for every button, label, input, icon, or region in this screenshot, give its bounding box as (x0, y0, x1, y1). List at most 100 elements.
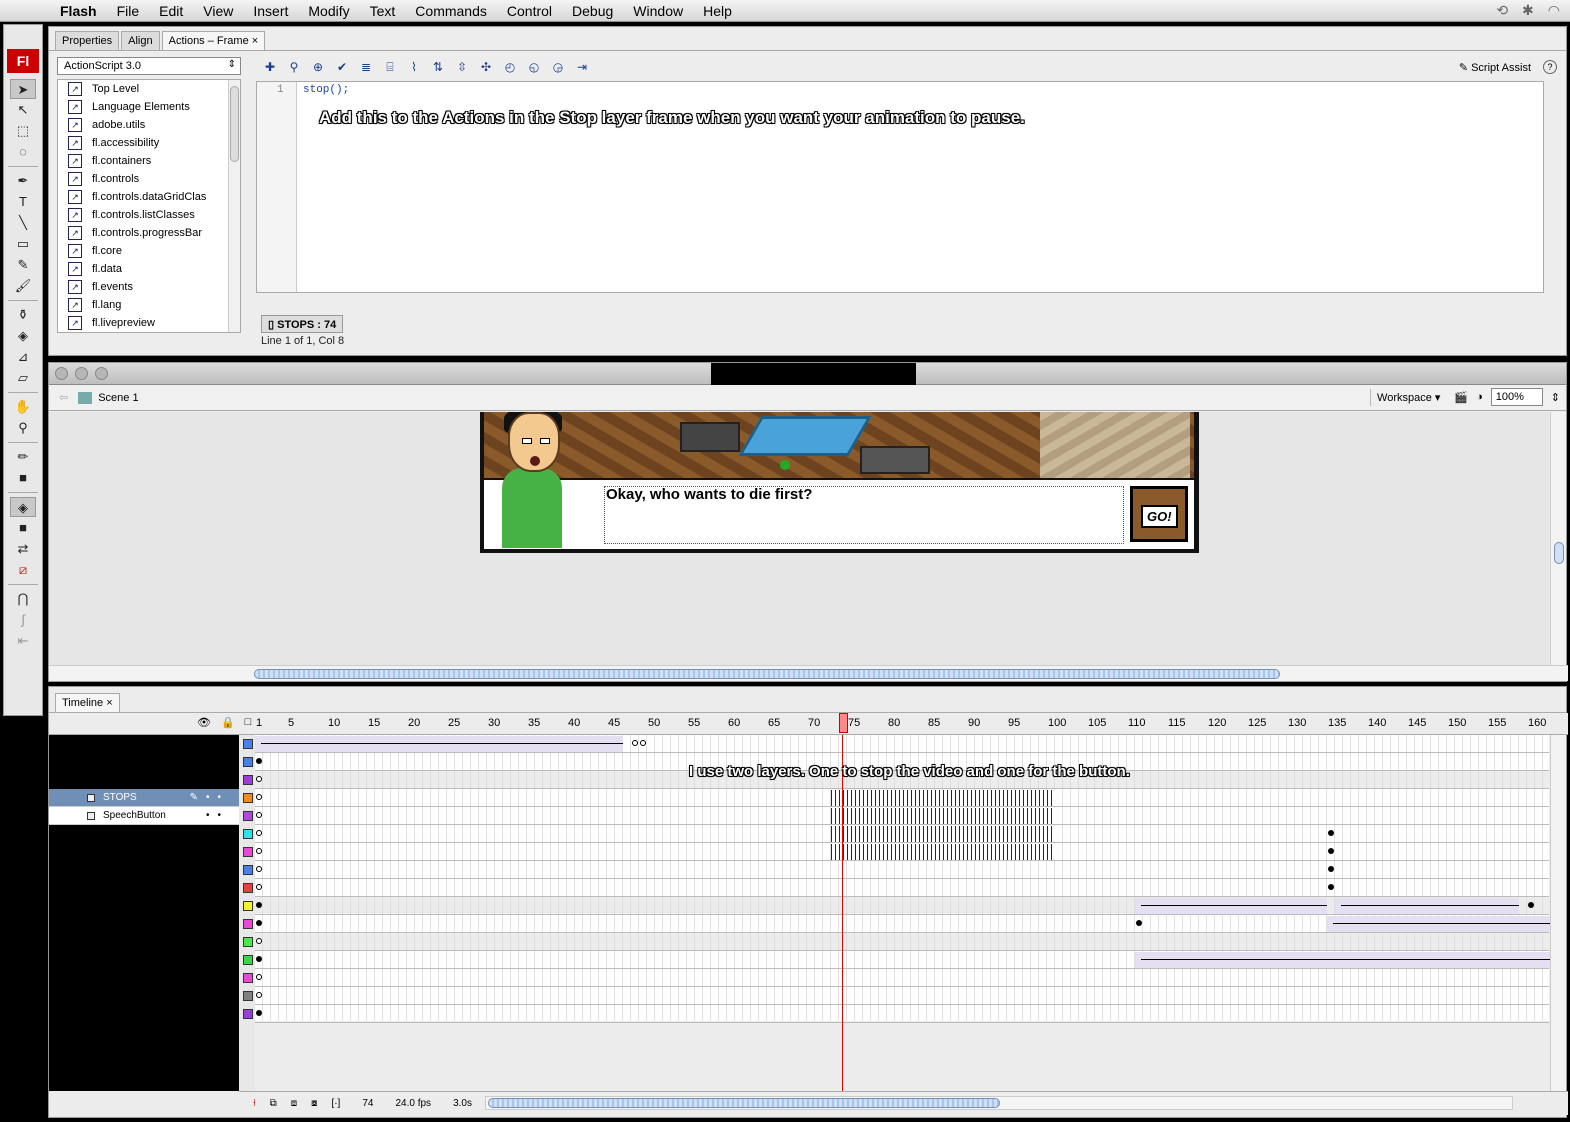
lock-icon[interactable]: 🔒 (221, 716, 235, 729)
stage-hscroll-thumb[interactable] (254, 669, 1280, 679)
tree-item[interactable]: ↗ fl.controls.dataGridClas (58, 188, 240, 206)
tab-timeline[interactable]: Timeline × (55, 693, 120, 712)
timeline-hscroll-thumb[interactable] (488, 1098, 1000, 1108)
frame-row[interactable] (255, 789, 1549, 807)
tree-item[interactable]: ↗ fl.controls (58, 170, 240, 188)
tree-item[interactable]: ↗ fl.controls.progressBar (58, 224, 240, 242)
snap-magnet-icon[interactable]: ⋂ (10, 589, 36, 609)
fill-color-icon[interactable]: ◈ (10, 497, 36, 517)
selection-tool-icon[interactable]: ➤ (10, 79, 36, 99)
frame-row[interactable] (255, 933, 1549, 951)
smooth-icon[interactable]: ∫ (10, 610, 36, 630)
layer-name[interactable]: SpeechButton (103, 810, 166, 821)
layer-name[interactable]: STOPS (103, 792, 137, 803)
stage-vertical-scrollbar[interactable] (1550, 412, 1566, 666)
keyframe[interactable] (1528, 902, 1534, 908)
tree-item[interactable]: ↗ fl.livepreview (58, 314, 240, 332)
layer-color-swatch[interactable] (243, 955, 253, 965)
frame-row[interactable] (255, 987, 1549, 1005)
tree-item[interactable]: ↗ fl.data (58, 260, 240, 278)
tab-properties[interactable]: Properties (55, 31, 120, 50)
menu-debug[interactable]: Debug (562, 0, 623, 22)
keyframe[interactable] (256, 866, 262, 872)
close-window-icon[interactable] (55, 367, 68, 380)
keyframe[interactable] (256, 938, 262, 944)
line-tool-icon[interactable]: ╲ (10, 213, 36, 233)
frame-row[interactable] (255, 735, 1549, 753)
menu-text[interactable]: Text (360, 0, 406, 22)
keyframe[interactable] (256, 758, 262, 764)
menu-edit[interactable]: Edit (149, 0, 193, 22)
stroke-color-swatch-icon[interactable]: ■ (10, 468, 36, 488)
auto-format-icon[interactable]: ≣ (357, 58, 375, 76)
frame-row[interactable] (255, 969, 1549, 987)
swap-colors-icon[interactable]: ⇄ (10, 539, 36, 559)
frame-row[interactable] (255, 915, 1551, 933)
layer-color-swatch[interactable] (243, 811, 253, 821)
scene-name[interactable]: Scene 1 (98, 392, 138, 404)
minimize-window-icon[interactable] (75, 367, 88, 380)
code-text[interactable]: stop(); (303, 84, 349, 96)
keyframe-sequence[interactable] (831, 808, 1055, 824)
target-path-icon[interactable]: ⊕ (309, 58, 327, 76)
frame-row[interactable] (255, 897, 1549, 915)
frame-row[interactable] (255, 825, 1549, 843)
paint-bucket-tool-icon[interactable]: ◈ (10, 326, 36, 346)
edit-symbol-icon[interactable]: ◑ (1476, 391, 1483, 403)
straighten-icon[interactable]: ⇤ (10, 631, 36, 651)
show-hide-toolbox-icon[interactable]: ⇥ (573, 58, 591, 76)
collapse-selection-icon[interactable]: ⇳ (453, 58, 471, 76)
language-select[interactable]: ActionScript 3.0 ⇕ (57, 57, 241, 75)
subselection-tool-icon[interactable]: ↖ (10, 100, 36, 120)
tree-item[interactable]: ↗ adobe.utils (58, 116, 240, 134)
layer-row-stops[interactable]: STOPS ✎•• (49, 789, 239, 807)
free-transform-tool-icon[interactable]: ⬚ (10, 121, 36, 141)
tree-item[interactable]: ↗ fl.accessibility (58, 134, 240, 152)
keyframe[interactable] (256, 956, 262, 962)
onion-skin-icon[interactable]: ⧉ (270, 1098, 277, 1109)
layer-color-swatch[interactable] (243, 937, 253, 947)
layer-color-swatch[interactable] (243, 919, 253, 929)
frame-row[interactable] (255, 951, 1551, 969)
bluetooth-icon[interactable]: ✱ (1522, 2, 1534, 19)
keyframe[interactable] (256, 794, 262, 800)
layer-color-swatch[interactable] (243, 973, 253, 983)
collapse-between-icon[interactable]: ⇅ (429, 58, 447, 76)
stage-canvas[interactable]: Okay, who wants to die first? GO! (49, 412, 1549, 666)
frame-row[interactable] (255, 807, 1549, 825)
layer-color-swatch[interactable] (243, 883, 253, 893)
layer-visibility-dots[interactable]: •• (206, 810, 229, 821)
close-icon[interactable]: × (106, 697, 112, 709)
menu-help[interactable]: Help (693, 0, 742, 22)
layer-color-swatch[interactable] (243, 1009, 253, 1019)
keyframe-sequence[interactable] (831, 826, 1055, 842)
keyframe-sequence[interactable] (831, 790, 1055, 806)
wifi-icon[interactable]: ◠ (1548, 2, 1560, 19)
layer-color-swatch[interactable] (243, 739, 253, 749)
code-hint-icon[interactable]: ⌸ (381, 58, 399, 76)
back-arrow-icon[interactable]: ⇦ (59, 391, 68, 404)
layer-color-swatch[interactable] (243, 991, 253, 1001)
workspace-menu[interactable]: Workspace ▾ (1370, 388, 1446, 406)
frame-row[interactable] (255, 879, 1549, 897)
tree-item[interactable]: ↗ fl.events (58, 278, 240, 296)
frame-row[interactable] (255, 843, 1549, 861)
keyframe[interactable] (1328, 830, 1334, 836)
keyframe[interactable] (1328, 884, 1334, 890)
tree-scrollbar[interactable] (228, 80, 240, 332)
timeline-horizontal-scrollbar[interactable] (485, 1096, 1513, 1110)
tree-scroll-thumb[interactable] (230, 86, 239, 162)
menu-window[interactable]: Window (623, 0, 693, 22)
menu-app-flash[interactable]: Flash (50, 0, 107, 22)
lasso-tool-icon[interactable]: ◌ (10, 142, 36, 162)
remove-comment-icon[interactable]: ◶ (549, 58, 567, 76)
layer-row-speechbutton[interactable]: SpeechButton •• (49, 807, 239, 825)
menu-commands[interactable]: Commands (405, 0, 497, 22)
frame-row[interactable] (255, 861, 1549, 879)
onion-outlines-icon[interactable]: ⧈ (291, 1098, 297, 1109)
edit-multiple-frames-icon[interactable]: ⧇ (311, 1098, 317, 1109)
frame-row[interactable] (255, 1005, 1549, 1023)
layer-color-swatch[interactable] (243, 865, 253, 875)
zoom-input[interactable]: 100% (1490, 388, 1543, 406)
keyframe[interactable] (256, 902, 262, 908)
